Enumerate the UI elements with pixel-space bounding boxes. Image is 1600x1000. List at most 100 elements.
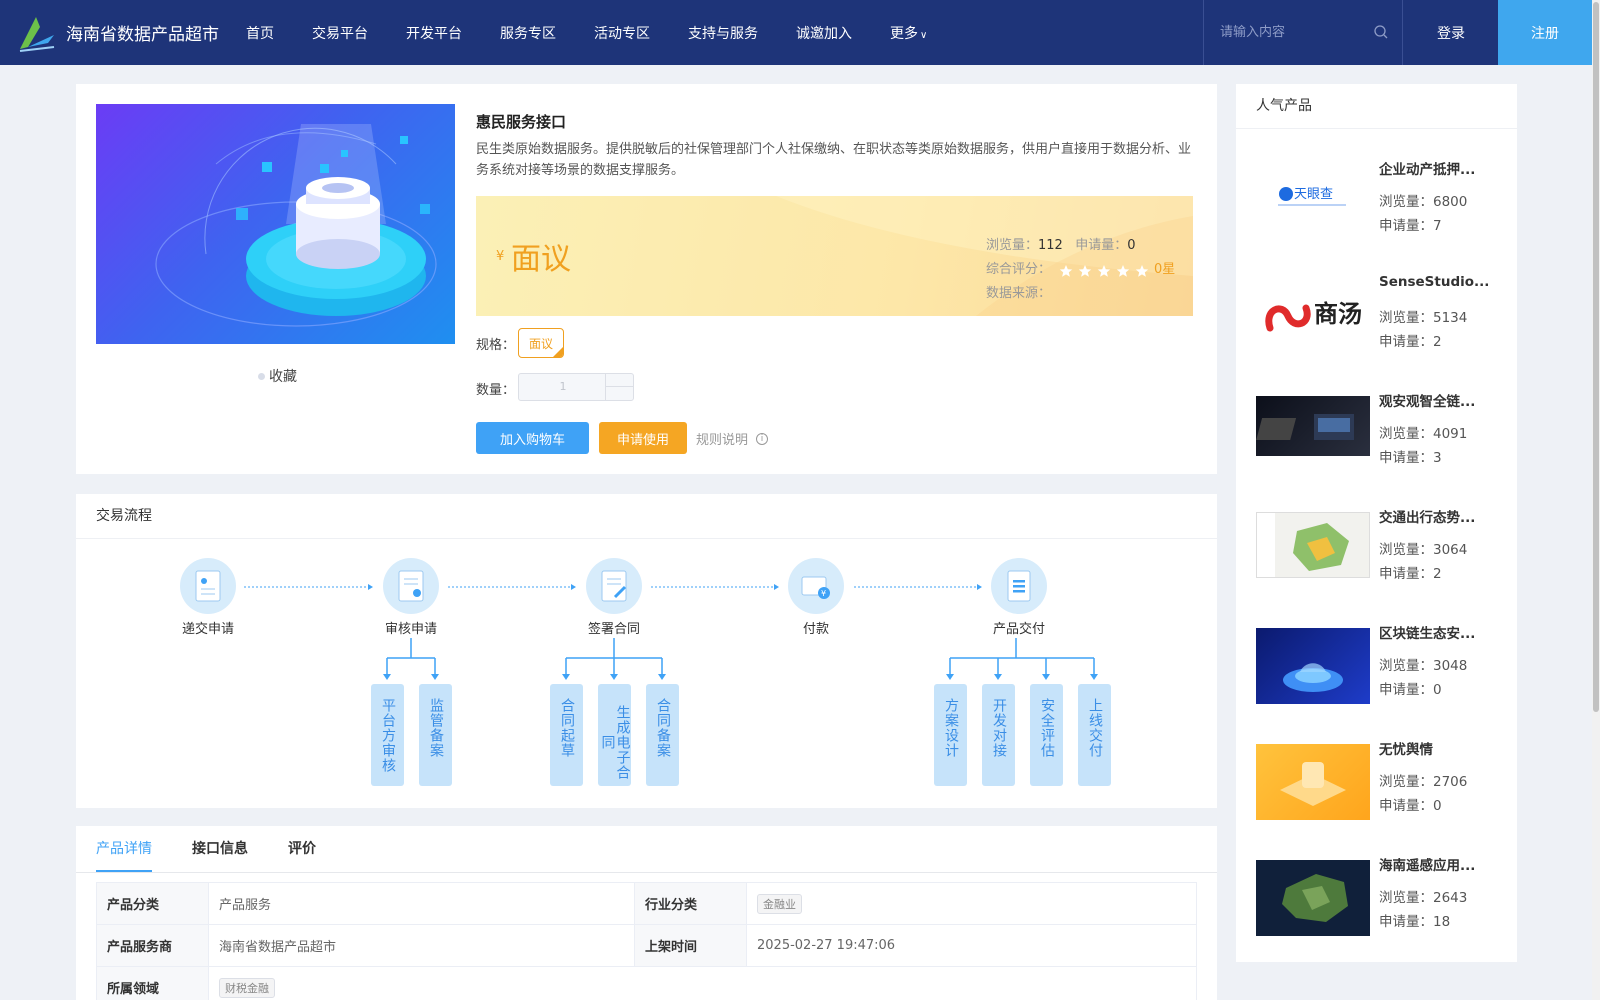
logo-icon[interactable] <box>18 13 56 53</box>
delivery-icon <box>991 558 1047 614</box>
flow-substep: 平台方审核 <box>371 684 404 786</box>
detail-tabs: 产品详情 接口信息 评价 <box>96 826 356 872</box>
popular-item-applies: 申请量：2 <box>1379 562 1442 582</box>
register-button[interactable]: 注册 <box>1498 0 1592 65</box>
popular-item[interactable]: 海南遥感应用... 浏览量：2643 申请量：18 <box>1256 858 1506 960</box>
nav-item-join[interactable]: 诚邀加入 <box>796 23 852 43</box>
applies-label: 申请量： <box>1379 218 1433 234</box>
quantity-value: 1 <box>559 380 567 393</box>
flow-substep: 合同起草 <box>550 684 583 786</box>
popular-item-name: 区块链生态安... <box>1379 626 1476 642</box>
rules-link[interactable]: 规则说明 i <box>696 429 769 448</box>
views-value: 5134 <box>1433 310 1468 326</box>
nav-item-dev[interactable]: 开发平台 <box>406 23 462 43</box>
detail-key: 上架时间 <box>634 924 747 967</box>
nav-item-activity[interactable]: 活动专区 <box>594 23 650 43</box>
star-icon <box>1116 263 1131 277</box>
chevron-down-icon: ∨ <box>920 29 928 41</box>
product-thumbnail <box>1256 744 1370 820</box>
views-value: 4091 <box>1433 426 1468 442</box>
applies-label: 申请量： <box>1379 682 1433 698</box>
flow-step-delivery: 产品交付 <box>959 558 1079 637</box>
search-box <box>1203 0 1403 65</box>
product-details: 产品详情 接口信息 评价 产品分类 产品服务 行业分类 金融业 产品服务商 海南… <box>76 826 1217 1000</box>
rating-label: 综合评分： <box>986 262 1052 277</box>
flow-substep: 开发对接 <box>982 684 1015 786</box>
product-description: 民生类原始数据服务。提供脱敏后的社保管理部门个人社保缴纳、在职状态等类原始数据服… <box>476 142 1192 178</box>
search-icon[interactable] <box>1374 25 1388 39</box>
nav-item-support[interactable]: 支持与服务 <box>688 23 758 43</box>
flow-substep: 安全评估 <box>1030 684 1063 786</box>
login-button[interactable]: 登录 <box>1404 0 1498 65</box>
search-input[interactable] <box>1220 22 1370 42</box>
detail-value: 2025-02-27 19:47:06 <box>746 924 1197 967</box>
popular-title: 人气产品 <box>1236 84 1517 129</box>
popular-item-views: 浏览量：6800 <box>1379 190 1467 210</box>
info-icon: i <box>756 432 769 445</box>
views-label: 浏览量： <box>986 238 1039 253</box>
nav-item-trade[interactable]: 交易平台 <box>312 23 368 43</box>
views-value: 3048 <box>1433 658 1468 674</box>
product-thumbnail: 商汤 <box>1256 280 1370 356</box>
views-label: 浏览量： <box>1379 774 1433 790</box>
svg-text:¥: ¥ <box>821 589 826 598</box>
contract-sign-icon <box>586 558 642 614</box>
popular-item[interactable]: 天眼查 企业动产抵押... 浏览量：6800 申请量：7 <box>1256 162 1506 264</box>
rating-stars <box>1059 263 1154 277</box>
applies-label: 申请量： <box>1379 914 1433 930</box>
nav-item-more[interactable]: 更多 ∨ <box>890 23 927 43</box>
price-panel: ¥ 面议 浏览量：112 申请量：0 综合评分： 0星 数据来源： <box>476 196 1193 316</box>
flow-substep: 监管备案 <box>419 684 452 786</box>
popular-item[interactable]: 观安观智全链... 浏览量：4091 申请量：3 <box>1256 394 1506 496</box>
flow-substep: 生成电子合同 <box>598 684 631 786</box>
views-label: 浏览量： <box>1379 658 1433 674</box>
rules-label: 规则说明 <box>696 433 749 448</box>
product-thumbnail <box>1256 628 1370 704</box>
flow-step-payment: ¥ 付款 <box>756 558 876 637</box>
star-icon <box>1135 263 1150 277</box>
currency-symbol: ¥ <box>496 249 505 264</box>
nav-item-service[interactable]: 服务专区 <box>500 23 556 43</box>
spec-option[interactable]: 面议 <box>518 328 564 358</box>
popular-item-views: 浏览量：4091 <box>1379 422 1467 442</box>
popular-item[interactable]: 无忧舆情 浏览量：2706 申请量：0 <box>1256 742 1506 844</box>
nav-more-label: 更多 <box>890 25 918 42</box>
add-to-cart-button[interactable]: 加入购物车 <box>476 422 589 454</box>
applies-value: 18 <box>1433 914 1451 930</box>
popular-item-name: SenseStudio... <box>1379 274 1490 290</box>
decrease-button[interactable] <box>606 387 633 400</box>
nav-item-home[interactable]: 首页 <box>246 23 274 43</box>
favorite-button[interactable]: 收藏 <box>258 366 297 386</box>
popular-item[interactable]: 交通出行态势... 浏览量：3064 申请量：2 <box>1256 510 1506 612</box>
database-illustration-icon <box>155 124 437 327</box>
product-image <box>96 104 455 344</box>
popular-item-name: 观安观智全链... <box>1379 394 1476 410</box>
views-value: 6800 <box>1433 194 1468 210</box>
detail-table: 产品分类 产品服务 行业分类 金融业 产品服务商 海南省数据产品超市 上架时间 … <box>96 882 1197 1000</box>
tab-product-details[interactable]: 产品详情 <box>96 826 152 872</box>
increase-button[interactable] <box>606 374 633 387</box>
applies-value: 0 <box>1433 798 1442 814</box>
quantity-stepper[interactable]: 1 <box>518 373 634 401</box>
detail-key: 所属领域 <box>96 966 209 1000</box>
transaction-flow: 交易流程 递交申请 审核申请 签署合同 ¥ 付款 产品交付 平台方审核 监管备案… <box>76 494 1217 808</box>
apply-button[interactable]: 申请使用 <box>599 422 687 454</box>
popular-item-views: 浏览量：2706 <box>1379 770 1467 790</box>
tab-interface-info[interactable]: 接口信息 <box>192 826 248 872</box>
detail-key: 产品分类 <box>96 882 209 925</box>
quantity-label: 数量： <box>476 383 516 398</box>
views-value: 3064 <box>1433 542 1468 558</box>
star-icon <box>1059 263 1074 277</box>
popular-item[interactable]: 商汤 SenseStudio... 浏览量：5134 申请量：2 <box>1256 274 1506 380</box>
scrollbar-thumb[interactable] <box>1593 2 1599 712</box>
product-thumbnail <box>1256 396 1370 456</box>
detail-value: 财税金融 <box>208 966 1197 1000</box>
star-icon <box>1078 263 1093 277</box>
views-value: 112 <box>1038 238 1063 253</box>
tab-reviews[interactable]: 评价 <box>288 826 316 872</box>
table-row: 产品分类 产品服务 行业分类 金融业 <box>96 882 1197 925</box>
product-title: 惠民服务接口 <box>476 113 567 131</box>
site-title[interactable]: 海南省数据产品超市 <box>66 20 219 45</box>
views-value: 2643 <box>1433 890 1468 906</box>
popular-item[interactable]: 区块链生态安... 浏览量：3048 申请量：0 <box>1256 626 1506 728</box>
